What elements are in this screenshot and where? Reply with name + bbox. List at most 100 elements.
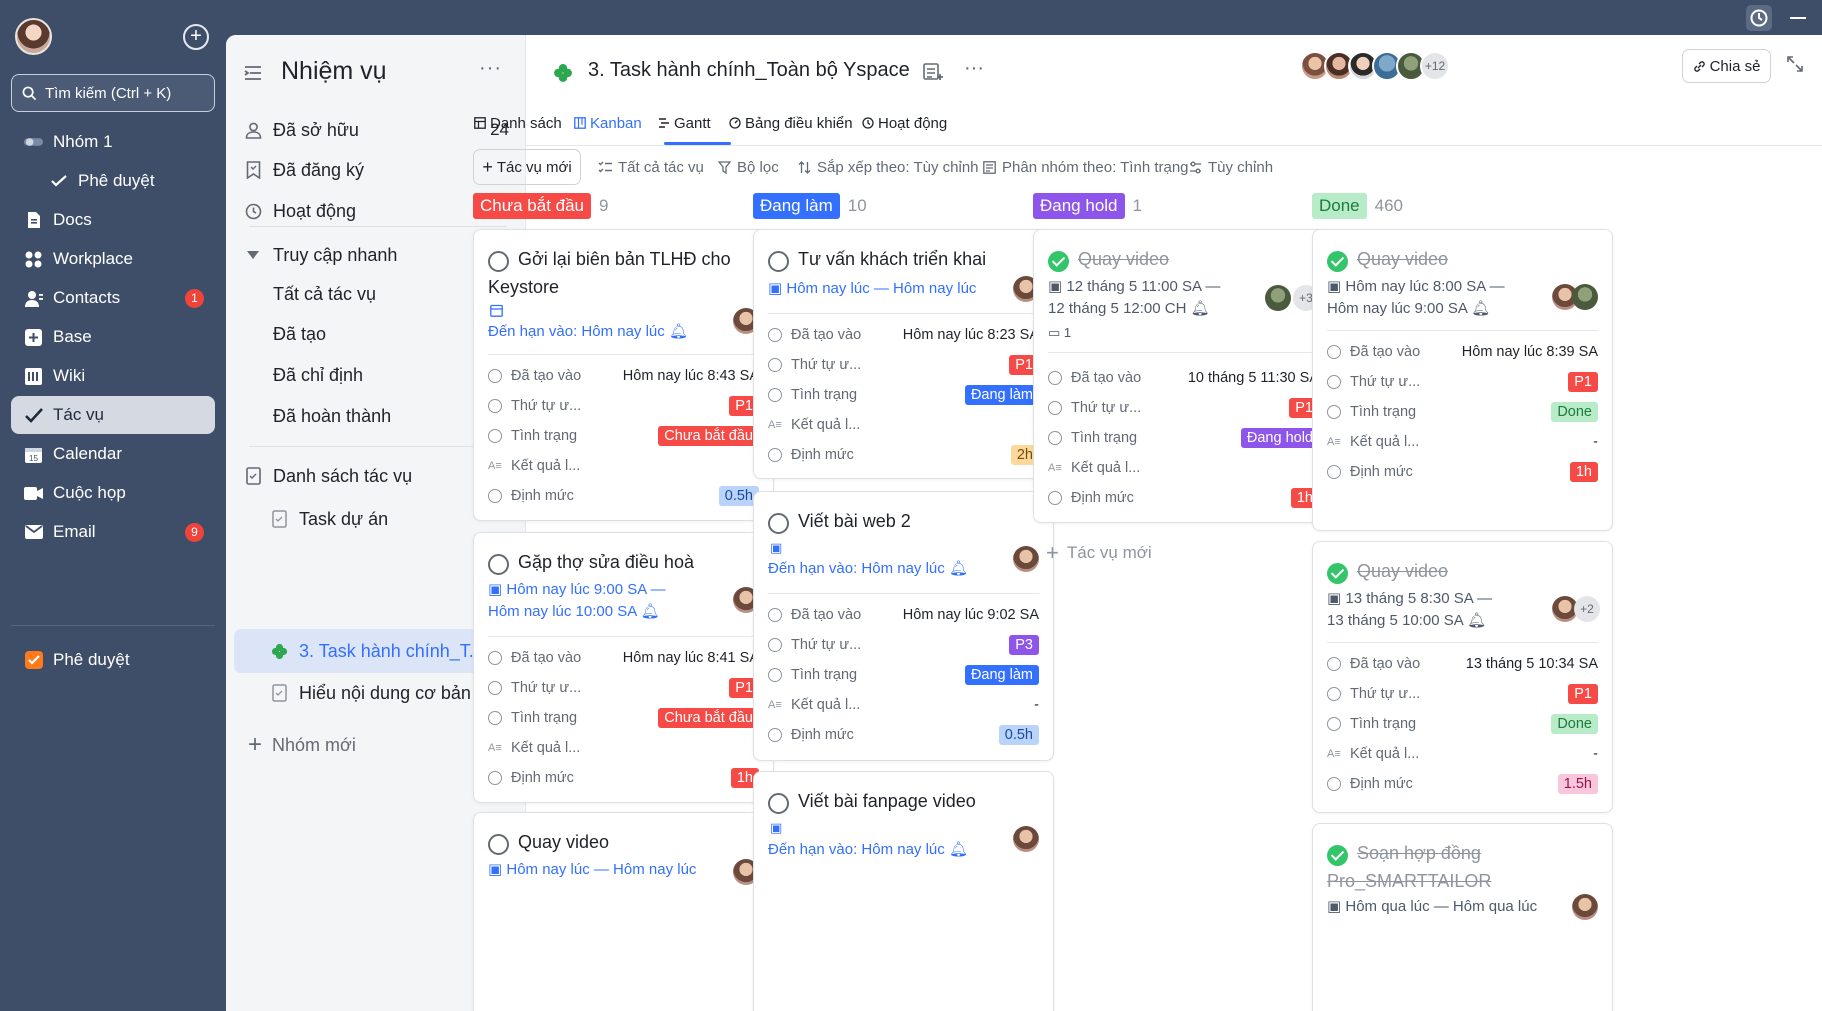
- panel-item-owned[interactable]: Đã sở hữu 24: [243, 110, 509, 150]
- clock-icon: [1327, 345, 1341, 359]
- history-icon[interactable]: [1746, 5, 1772, 31]
- date-end: 12 tháng 5 12:00 CH: [1048, 300, 1187, 317]
- expand-icon[interactable]: [1786, 55, 1804, 73]
- nav-item-email[interactable]: Email 9: [11, 513, 215, 551]
- card-divider: [1048, 352, 1319, 353]
- sort-button[interactable]: Sắp xếp theo: Tùy chỉnh: [798, 156, 979, 178]
- collapse-menu-icon[interactable]: [243, 63, 263, 83]
- status-tag[interactable]: Done: [1551, 402, 1598, 422]
- column-label: Done: [1312, 193, 1367, 219]
- new-task-button[interactable]: + Tác vụ mới: [473, 149, 581, 185]
- priority-tag[interactable]: P3: [1009, 635, 1039, 655]
- option-icon: [488, 399, 502, 413]
- status-tag[interactable]: Chưa bắt đầu: [658, 426, 759, 446]
- priority-tag[interactable]: P1: [1568, 684, 1598, 704]
- status-tag[interactable]: Chưa bắt đầu: [658, 708, 759, 728]
- user-avatar[interactable]: [15, 18, 52, 55]
- field-priority: Thứ tự ư... P1: [1327, 682, 1598, 706]
- nav-item-contacts[interactable]: Contacts 1: [11, 279, 215, 317]
- estimate-tag[interactable]: 1h: [1569, 462, 1598, 482]
- task-card[interactable]: Quay video ▣ Hôm nay lúc — Hôm nay lúc: [473, 812, 774, 1011]
- filter-button[interactable]: Bộ lọc: [718, 156, 779, 178]
- field-label: Kết quả l...: [791, 417, 861, 433]
- comment-count[interactable]: ▭ 1: [1048, 320, 1071, 345]
- tab-kanban[interactable]: Kanban: [574, 111, 642, 135]
- status-tag[interactable]: Đang hold: [1240, 428, 1319, 448]
- quick-assigned[interactable]: Đã chỉ định: [273, 355, 363, 395]
- minimize-icon[interactable]: [1790, 17, 1806, 19]
- card-divider: [488, 636, 759, 637]
- column-label: Chưa bắt đầu: [473, 193, 592, 219]
- priority-tag[interactable]: P1: [1568, 372, 1598, 392]
- field-created: Đã tạo vào Hôm nay lúc 9:02 SA: [768, 603, 1039, 627]
- assignee-avatar[interactable]: [1265, 285, 1291, 311]
- tab-gantt[interactable]: Gantt: [658, 111, 711, 135]
- field-label: Định mức: [1071, 490, 1134, 506]
- task-lists-header[interactable]: Danh sách tác vụ +: [243, 456, 509, 496]
- column-header-not-started[interactable]: Chưa bắt đầu 9: [473, 193, 608, 219]
- column-count: 460: [1374, 196, 1404, 215]
- person-icon: [243, 120, 263, 140]
- list-settings-icon[interactable]: [923, 63, 945, 83]
- customize-button[interactable]: Tùy chỉnh: [1189, 156, 1273, 178]
- panel-more-icon[interactable]: ···: [479, 57, 502, 80]
- nav-item-workplace[interactable]: Workplace: [11, 240, 215, 278]
- add-icon[interactable]: +: [183, 24, 209, 50]
- quick-all-tasks[interactable]: Tất cả tác vụ: [273, 274, 376, 314]
- column-header-done[interactable]: Done 460: [1312, 193, 1403, 219]
- task-list-item-active[interactable]: 3. Task hành chính_T...: [269, 631, 484, 671]
- nav-item-wiki[interactable]: Wiki: [11, 357, 215, 395]
- share-button[interactable]: Chia sẻ: [1682, 49, 1771, 83]
- assignees-more[interactable]: +2: [1574, 596, 1600, 622]
- nav-item-docs[interactable]: Docs: [11, 201, 215, 239]
- task-card[interactable]: Gởi lại biên bản TLHĐ cho Keystore Đến h…: [473, 229, 774, 521]
- task-card[interactable]: Quay video ▣ 13 tháng 5 8:30 SA — 13 thá…: [1312, 541, 1613, 813]
- quick-completed[interactable]: Đã hoàn thành: [273, 396, 391, 436]
- nav-item-group-1[interactable]: Nhóm 1: [11, 123, 215, 161]
- nav-item-approval-app[interactable]: Phê duyệt: [11, 641, 215, 679]
- status-tag[interactable]: Done: [1551, 714, 1598, 734]
- tab-dashboard[interactable]: Bảng điều khiển: [729, 111, 853, 135]
- task-card[interactable]: Tư vấn khách triển khai ▣ Hôm nay lúc — …: [753, 229, 1054, 479]
- panel-item-activity[interactable]: Hoạt động: [243, 191, 356, 231]
- task-card[interactable]: Quay video ▣ 12 tháng 5 11:00 SA — 12 th…: [1033, 229, 1334, 523]
- column-header-in-progress[interactable]: Đang làm 10: [753, 193, 867, 219]
- task-card[interactable]: Viết bài web 2 ▣ Đến hạn vào: Hôm nay lú…: [753, 491, 1054, 761]
- nav-item-meeting[interactable]: Cuộc họp: [11, 474, 215, 512]
- status-tag[interactable]: Đang làm: [964, 385, 1039, 405]
- search-box[interactable]: Tìm kiếm (Ctrl + K): [11, 74, 215, 112]
- all-tasks-filter[interactable]: Tất cả tác vụ: [598, 156, 704, 178]
- option-icon: [768, 358, 782, 372]
- nav-item-approval-sub[interactable]: Phê duyệt: [11, 162, 215, 200]
- group-by-button[interactable]: Phân nhóm theo: Tình trạng: [983, 156, 1189, 178]
- tab-activity[interactable]: Hoạt động: [862, 111, 947, 135]
- task-card[interactable]: Quay video ▣ Hôm nay lúc 8:00 SA — Hôm n…: [1312, 229, 1613, 531]
- assignee-avatar[interactable]: [1572, 284, 1598, 310]
- assignee-avatar[interactable]: [1013, 826, 1039, 852]
- members-more-count[interactable]: +12: [1420, 51, 1450, 81]
- task-list-item[interactable]: Task dự án: [269, 499, 388, 539]
- task-card[interactable]: Soạn hợp đồng Pro_SMARTTAILOR ▣ Hôm qua …: [1312, 823, 1613, 1011]
- task-card[interactable]: Viết bài fanpage video ▣ Đến hạn vào: Hô…: [753, 771, 1054, 1011]
- new-group-button[interactable]: + Nhóm mới: [248, 725, 356, 765]
- quick-access-header[interactable]: Truy cập nhanh: [243, 235, 397, 275]
- estimate-tag[interactable]: 1.5h: [1557, 774, 1598, 794]
- task-card[interactable]: Gặp thợ sửa điều hoà ▣ Hôm nay lúc 9:00 …: [473, 532, 774, 803]
- tab-list[interactable]: Danh sách: [474, 111, 562, 135]
- task-title: Tư vấn khách triển khai: [798, 249, 987, 269]
- panel-item-subscribed[interactable]: Đã đăng ký: [243, 150, 364, 190]
- assignee-avatar[interactable]: [1572, 894, 1598, 920]
- column-header-on-hold[interactable]: Đang hold 1: [1033, 193, 1142, 219]
- assignee-avatar[interactable]: [1013, 546, 1039, 572]
- tabs-divider: [526, 145, 1822, 146]
- column-new-task-button[interactable]: + Tác vụ mới: [1046, 540, 1152, 566]
- board-more-icon[interactable]: ···: [964, 57, 984, 80]
- quick-created[interactable]: Đã tạo: [273, 314, 326, 354]
- nav-item-calendar[interactable]: 15 Calendar: [11, 435, 215, 473]
- nav-item-base[interactable]: Base: [11, 318, 215, 356]
- group-icon: [983, 160, 996, 174]
- estimate-tag[interactable]: 0.5h: [998, 725, 1039, 745]
- status-tag[interactable]: Đang làm: [964, 665, 1039, 685]
- task-list-item[interactable]: Hiểu nội dung cơ bản ...: [269, 673, 491, 713]
- nav-item-tasks[interactable]: Tác vụ: [11, 396, 215, 434]
